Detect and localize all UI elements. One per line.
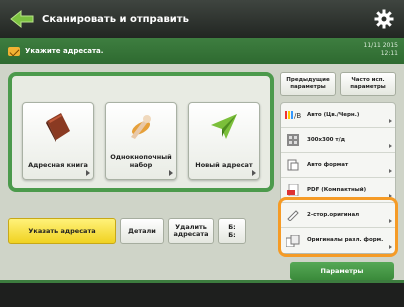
delete-destination-button[interactable]: Удалить адресата	[168, 218, 214, 244]
resolution-label: 300x300 т/д	[307, 136, 346, 143]
scan-size-label: Авто формат	[307, 161, 349, 168]
chevron-right-icon	[389, 144, 392, 148]
destination-panel: Адресная книга Однокнопочный набор Новый…	[8, 72, 274, 192]
status-bar: Укажите адресата. 11/11 2015 12:11	[0, 38, 404, 64]
chevron-right-icon	[86, 170, 90, 176]
date-text: 11/11 2015	[363, 42, 398, 49]
count-line-1: Б:	[228, 223, 236, 231]
message-icon	[8, 46, 20, 56]
details-button[interactable]: Детали	[120, 218, 164, 244]
options-button[interactable]: Параметры	[290, 262, 394, 280]
svg-text:/B: /B	[294, 112, 301, 120]
new-destination-icon	[208, 111, 240, 145]
settings-shortcuts: Предыдущие параметры Часто исп. параметр…	[280, 72, 396, 96]
footer-bar	[0, 283, 404, 307]
scan-size-icon	[284, 159, 302, 171]
status-message: Укажите адресата.	[25, 47, 104, 55]
destination-actions: Указать адресата Детали Удалить адресата…	[8, 218, 274, 244]
color-mode-label: Авто (Цв./Черн.)	[307, 111, 360, 118]
chevron-right-icon	[389, 169, 392, 173]
chevron-right-icon	[389, 119, 392, 123]
address-book-label: Адресная книга	[28, 161, 88, 169]
page-title: Сканировать и отправить	[42, 13, 189, 25]
one-touch-label: Однокнопочный набор	[110, 153, 172, 169]
specify-destination-button[interactable]: Указать адресата	[8, 218, 116, 244]
title-bar: Сканировать и отправить	[0, 0, 404, 38]
one-touch-button[interactable]: Однокнопочный набор	[105, 102, 177, 180]
address-book-icon	[43, 111, 73, 145]
previous-settings-button[interactable]: Предыдущие параметры	[280, 72, 336, 96]
destination-count: Б: Б:	[218, 218, 246, 244]
count-line-2: Б:	[228, 231, 236, 239]
back-arrow-icon[interactable]	[8, 5, 36, 33]
new-destination-button[interactable]: Новый адресат	[188, 102, 260, 180]
chevron-right-icon	[252, 170, 256, 176]
file-format-icon	[284, 184, 302, 196]
resolution-icon	[284, 134, 302, 146]
color-icon: /B	[284, 110, 302, 120]
address-book-button[interactable]: Адресная книга	[22, 102, 94, 180]
scan-size-setting[interactable]: Авто формат	[281, 153, 395, 178]
gear-icon[interactable]	[374, 9, 394, 29]
color-mode-setting[interactable]: /B Авто (Цв./Черн.)	[281, 103, 395, 128]
new-destination-label: Новый адресат	[195, 161, 253, 169]
datetime: 11/11 2015 12:11	[364, 42, 398, 58]
resolution-setting[interactable]: 300x300 т/д	[281, 128, 395, 153]
frequent-settings-button[interactable]: Часто исп. параметры	[340, 72, 396, 96]
time-text: 12:11	[380, 50, 398, 57]
chevron-right-icon	[169, 170, 173, 176]
one-touch-icon	[125, 111, 157, 145]
highlight-frame	[278, 197, 398, 257]
file-format-label: PDF (Компактный)	[307, 186, 367, 193]
